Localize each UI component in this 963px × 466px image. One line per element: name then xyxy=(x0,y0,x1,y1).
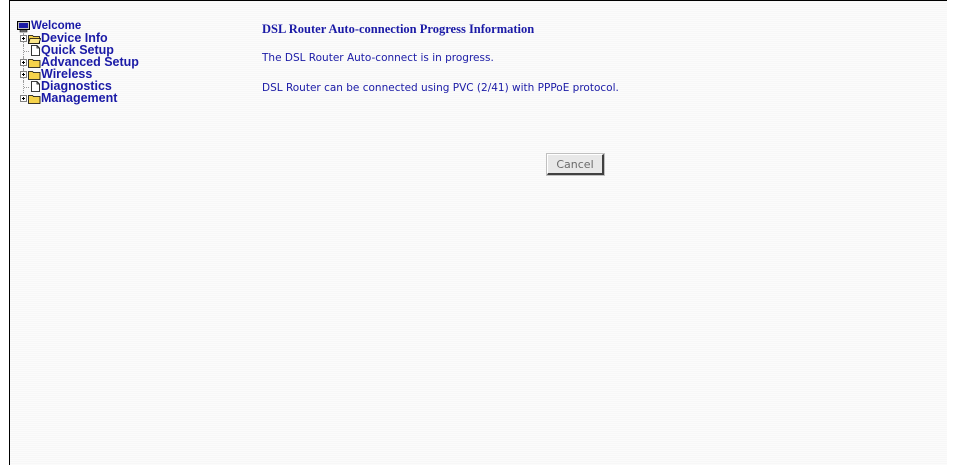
page-title: DSL Router Auto-connection Progress Info… xyxy=(262,22,535,36)
monitor-icon xyxy=(17,21,30,33)
sidebar-tree: Welcome Device Info Quick Setup Advanced… xyxy=(17,20,177,105)
expand-plus-icon[interactable] xyxy=(20,95,27,102)
expand-plus-icon[interactable] xyxy=(20,71,27,78)
status-text: The DSL Router Auto-connect is in progre… xyxy=(262,52,494,64)
sidebar-item-label: Management xyxy=(41,91,118,105)
folder-open-icon xyxy=(28,35,41,44)
folder-icon xyxy=(28,59,41,68)
right-gutter xyxy=(947,0,963,466)
expand-plus-icon[interactable] xyxy=(20,35,27,42)
folder-icon xyxy=(28,71,41,80)
expand-plus-icon[interactable] xyxy=(20,59,27,66)
tree-connector xyxy=(24,51,29,52)
cancel-button[interactable]: Cancel xyxy=(546,153,605,176)
tree-connector xyxy=(24,87,29,88)
document-icon xyxy=(31,81,40,92)
connection-info-text: DSL Router can be connected using PVC (2… xyxy=(262,82,619,94)
sidebar-item-management[interactable]: Management xyxy=(17,91,177,105)
document-icon xyxy=(31,45,40,56)
folder-icon xyxy=(28,95,41,104)
